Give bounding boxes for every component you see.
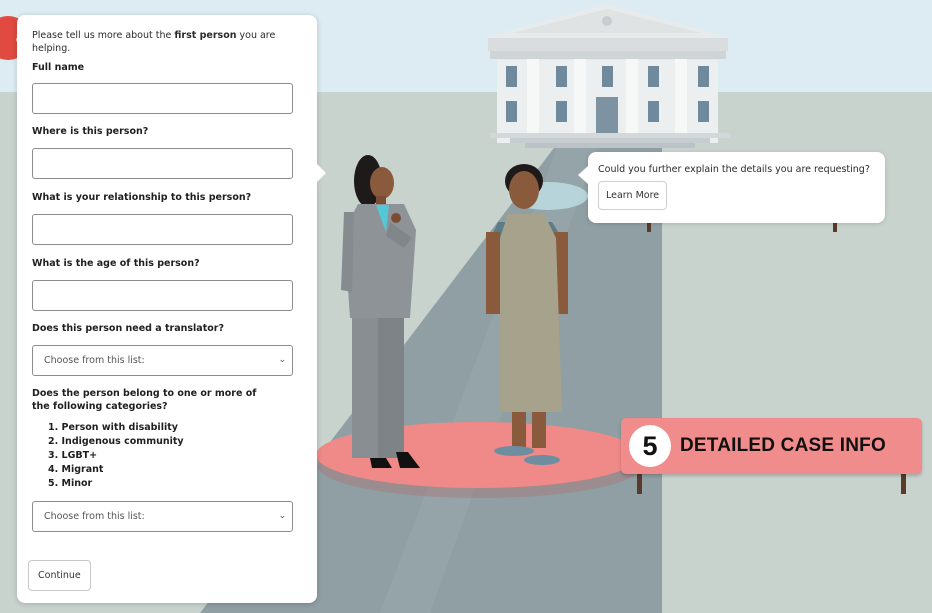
full-name-label: Full name [32, 62, 85, 73]
continue-button[interactable]: Continue [28, 560, 91, 591]
step-number: 5 [629, 425, 671, 467]
speech-bubble: Could you further explain the details yo… [578, 152, 885, 223]
category-item: 5. Minor [48, 478, 93, 489]
translator-label: Does this person need a translator? [32, 323, 224, 334]
categories-select-value: Choose from this list: [44, 511, 145, 522]
intro-text-start: Please tell us more about the [32, 30, 175, 41]
learn-more-button[interactable]: Learn More [598, 181, 668, 210]
chevron-down-icon: ⌄ [278, 355, 286, 365]
panel-pointer [316, 163, 326, 183]
location-input[interactable] [32, 148, 293, 179]
category-item: 4. Migrant [48, 464, 104, 475]
step-title: DETAILED CASE INFO [680, 435, 886, 456]
category-item: 3. LGBT+ [48, 450, 98, 461]
category-item: 2. Indigenous community [48, 436, 184, 447]
form-intro: Please tell us more about the first pers… [32, 29, 293, 55]
categories-label: Does the person belong to one or more of… [32, 388, 257, 412]
age-label: What is the age of this person? [32, 258, 200, 269]
intro-text-bold: first person [174, 30, 237, 41]
relationship-input[interactable] [32, 214, 293, 245]
form-panel: Please tell us more about the first pers… [17, 15, 317, 603]
categories-select[interactable]: Choose from this list: ⌄ [32, 501, 293, 532]
step-sign: 5 DETAILED CASE INFO [621, 418, 922, 474]
location-label: Where is this person? [32, 126, 149, 137]
category-item: 1. Person with disability [48, 422, 178, 433]
translator-select[interactable]: Choose from this list: ⌄ [32, 345, 293, 376]
age-input[interactable] [32, 280, 293, 311]
categories-list: 1. Person with disability 2. Indigenous … [32, 421, 293, 491]
translator-select-value: Choose from this list: [44, 355, 145, 366]
full-name-input[interactable] [32, 83, 293, 114]
relationship-label: What is your relationship to this person… [32, 192, 252, 203]
bubble-tail [578, 166, 588, 184]
bubble-question: Could you further explain the details yo… [598, 164, 870, 175]
chevron-down-icon: ⌄ [278, 511, 286, 521]
